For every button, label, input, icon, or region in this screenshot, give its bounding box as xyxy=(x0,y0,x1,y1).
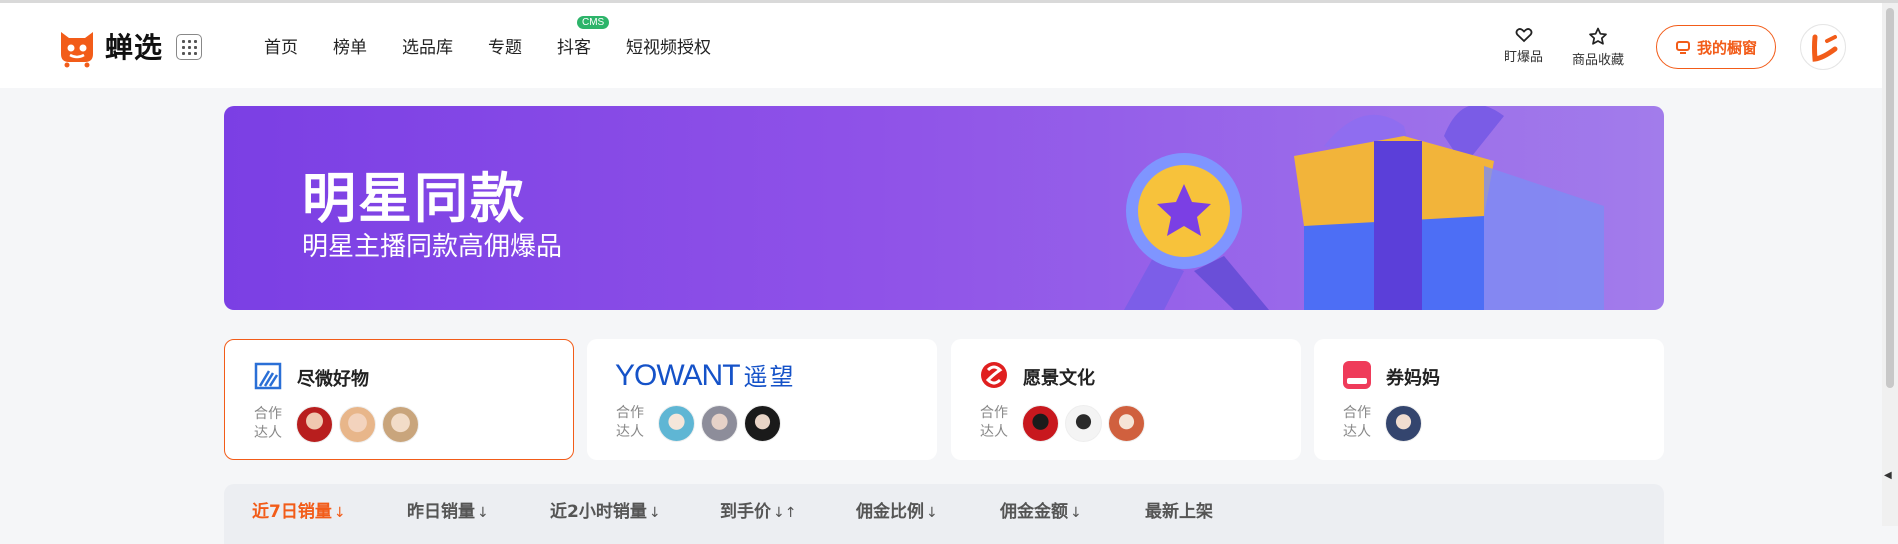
banner-subtitle: 明星主播同款高佣爆品 xyxy=(302,232,563,262)
scrollbar-thumb[interactable] xyxy=(1886,8,1894,388)
nav-item-ranking[interactable]: 榜单 xyxy=(333,33,367,58)
nav-item-home[interactable]: 首页 xyxy=(264,33,298,58)
sort-desc-icon: ↓ xyxy=(926,505,938,521)
sort-desc-icon: ↓ xyxy=(477,505,489,521)
sort-desc-icon: ↓ xyxy=(648,505,661,521)
talent-avatars xyxy=(1385,405,1428,442)
partner-label: 合作达人 xyxy=(254,406,282,441)
partner-label: 合作达人 xyxy=(1343,405,1371,440)
brand-name: 蝉选 xyxy=(105,31,164,64)
talent-avatar[interactable] xyxy=(1108,405,1145,442)
sort-7day-sales[interactable]: 近7日销量 ↓ xyxy=(252,497,346,522)
sort-desc-icon: ↓ xyxy=(333,505,346,521)
talent-avatars xyxy=(658,405,787,442)
yowant-logo-text: YOWANT xyxy=(615,359,741,392)
yuanjing-logo-icon xyxy=(981,362,1007,388)
watch-hot-button[interactable]: 盯爆品 xyxy=(1504,27,1543,65)
quanmama-logo-icon xyxy=(1343,361,1371,389)
sort-2hour-sales[interactable]: 近2小时销量 ↓ xyxy=(550,497,661,522)
favorites-label: 商品收藏 xyxy=(1572,53,1625,68)
star-icon xyxy=(1589,27,1607,45)
brand-logo[interactable]: 蝉选 xyxy=(55,24,163,68)
sort-label: 近2小时销量 xyxy=(550,502,647,522)
sort-commission-rate[interactable]: 佣金比例 ↓ xyxy=(856,497,938,522)
partner-card-jinwei[interactable]: 尽微好物 合作达人 xyxy=(224,339,574,460)
partner-cards: 尽微好物 合作达人 YOWANT 遥望 合作达人 愿景文化 合作达人 券妈妈 合… xyxy=(224,339,1664,460)
star-same-banner[interactable]: 明星同款 明星主播同款高佣爆品 xyxy=(224,106,1664,310)
gift-medal-illustration xyxy=(1124,106,1604,310)
sort-newest[interactable]: 最新上架 xyxy=(1145,497,1213,522)
talent-avatar[interactable] xyxy=(658,405,695,442)
apps-grid-icon[interactable] xyxy=(176,34,202,60)
my-window-label: 我的橱窗 xyxy=(1696,38,1757,57)
sort-updown-icon: ↓↑ xyxy=(773,505,797,521)
heart-icon xyxy=(1515,28,1532,43)
scroll-left-arrow-icon[interactable]: ◀ xyxy=(1884,470,1892,481)
sort-yesterday-sales[interactable]: 昨日销量 ↓ xyxy=(407,497,489,522)
watch-hot-label: 盯爆品 xyxy=(1504,50,1544,65)
jinwei-logo-icon xyxy=(254,362,282,390)
partner-label: 合作达人 xyxy=(980,405,1008,440)
partner-name: 愿景文化 xyxy=(1023,368,1095,389)
talent-avatar[interactable] xyxy=(1065,405,1102,442)
partner-card-yuanjing[interactable]: 愿景文化 合作达人 xyxy=(951,339,1301,460)
nav-item-library[interactable]: 选品库 xyxy=(402,33,453,58)
nav-item-douke-label: 抖客 xyxy=(557,38,591,58)
partner-card-yowant[interactable]: YOWANT 遥望 合作达人 xyxy=(587,339,937,460)
talent-avatars xyxy=(296,406,425,443)
favorites-button[interactable]: 商品收藏 xyxy=(1572,27,1624,68)
talent-avatars xyxy=(1022,405,1151,442)
talent-avatar[interactable] xyxy=(1385,405,1422,442)
sort-final-price[interactable]: 到手价 ↓↑ xyxy=(720,497,796,522)
nav-item-topics[interactable]: 专题 xyxy=(488,33,522,58)
banner-title: 明星同款 xyxy=(302,167,526,230)
talent-avatar[interactable] xyxy=(701,405,738,442)
main-nav: 首页 榜单 选品库 专题 抖客 CMS 短视频授权 xyxy=(264,16,746,58)
partner-name: 券妈妈 xyxy=(1386,368,1440,389)
sort-label: 佣金金额 xyxy=(1000,502,1068,522)
sort-label: 佣金比例 xyxy=(856,502,924,522)
sort-commission-amount[interactable]: 佣金金额 ↓ xyxy=(1000,497,1082,522)
sort-desc-icon: ↓ xyxy=(1070,505,1082,521)
partner-card-quanmama[interactable]: 券妈妈 合作达人 xyxy=(1314,339,1664,460)
nav-item-video-auth[interactable]: 短视频授权 xyxy=(626,33,711,58)
my-window-button[interactable]: 我的橱窗 xyxy=(1656,25,1776,69)
sort-bar: 近7日销量 ↓ 昨日销量 ↓ 近2小时销量 ↓ 到手价 ↓↑ 佣金比例 ↓ 佣金金额 ↓ 最… xyxy=(224,484,1664,544)
yowant-logo-cn: 遥望 xyxy=(743,364,796,391)
talent-avatar[interactable] xyxy=(339,406,376,443)
chanxuan-logo-icon xyxy=(61,32,93,68)
top-header: 蝉选 首页 榜单 选品库 专题 抖客 CMS 短视频授权 盯爆品 商品收藏 我的… xyxy=(0,3,1898,88)
talent-avatar[interactable] xyxy=(1022,405,1059,442)
shop-window-icon xyxy=(1675,41,1690,54)
talent-avatar[interactable] xyxy=(382,406,419,443)
partner-label: 合作达人 xyxy=(616,405,644,440)
sort-label: 到手价 xyxy=(720,502,771,522)
sort-label: 近7日销量 xyxy=(252,502,332,522)
partner-name: 尽微好物 xyxy=(297,369,369,390)
cms-badge: CMS xyxy=(577,16,610,29)
user-avatar-image xyxy=(1812,34,1838,62)
nav-item-douke[interactable]: 抖客 CMS xyxy=(557,16,610,58)
sort-label: 昨日销量 xyxy=(407,502,475,522)
talent-avatar[interactable] xyxy=(744,405,781,442)
user-avatar[interactable] xyxy=(1800,24,1846,70)
talent-avatar[interactable] xyxy=(296,406,333,443)
yowant-logo: YOWANT 遥望 xyxy=(615,357,796,393)
